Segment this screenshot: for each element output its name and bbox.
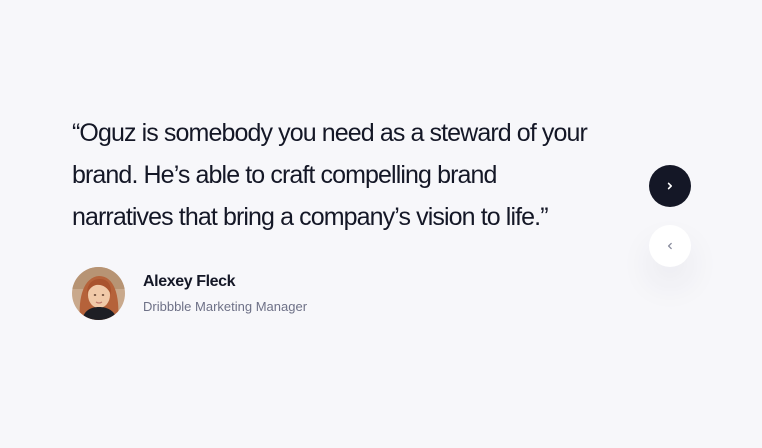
prev-button[interactable] bbox=[649, 225, 691, 267]
author-name: Alexey Fleck bbox=[143, 273, 236, 290]
avatar-photo-icon bbox=[72, 267, 125, 320]
author-meta: Alexey Fleck Dribbble Marketing Manager bbox=[143, 272, 307, 315]
testimonial-quote: “Oguz is somebody you need as a steward … bbox=[72, 119, 588, 231]
chevron-right-icon bbox=[667, 182, 672, 190]
avatar bbox=[72, 267, 125, 320]
chevron-left-icon bbox=[667, 242, 672, 250]
testimonial-card: “Oguz is somebody you need as a steward … bbox=[72, 112, 602, 238]
author-block: Alexey Fleck Dribbble Marketing Manager bbox=[72, 267, 307, 320]
next-button[interactable] bbox=[649, 165, 691, 207]
author-role: Dribbble Marketing Manager bbox=[143, 299, 308, 314]
